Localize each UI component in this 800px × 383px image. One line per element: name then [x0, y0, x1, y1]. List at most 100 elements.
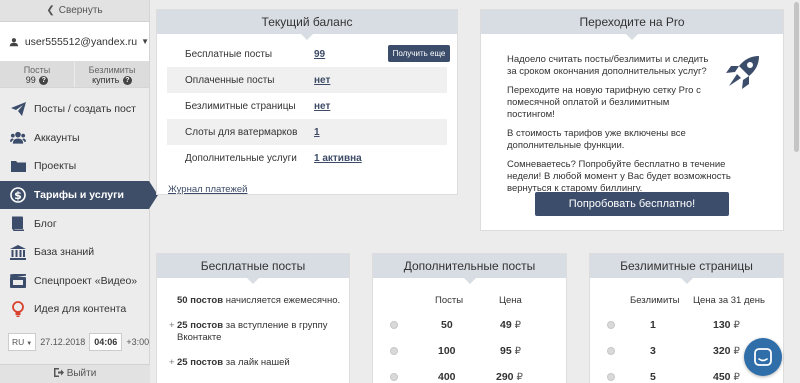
get-more-button[interactable]: Получить еще — [388, 45, 450, 62]
balance-row-watermarks: Слоты для ватермарков 1 — [167, 119, 447, 145]
building-icon — [10, 244, 26, 260]
free-posts-item: + 25 постов за вступление в группу Вконт… — [169, 319, 349, 345]
language-select[interactable]: RU ▼ — [8, 333, 37, 351]
free-posts-desc: начисляется ежемесячно. — [225, 295, 341, 306]
column-header: Цена за 31 день — [693, 295, 765, 306]
scrollbar-thumb[interactable] — [794, 2, 799, 152]
stat-unlimited-value: купить — [92, 75, 120, 85]
stat-posts[interactable]: Посты 99 ? — [0, 62, 74, 87]
posts-count: 50 — [441, 319, 453, 331]
sidebar-item-ideas[interactable]: Идея для контента — [0, 295, 149, 324]
sidebar-item-knowledge[interactable]: База знаний — [0, 238, 149, 267]
balance-row-paid: Оплаченные посты нет — [167, 67, 447, 93]
sidebar-item-posts[interactable]: Посты / создать пост — [0, 95, 149, 124]
sidebar-item-accounts[interactable]: Аккаунты — [0, 124, 149, 153]
balance-value-link[interactable]: 1 активна — [314, 153, 362, 164]
sidebar-item-projects[interactable]: Проекты — [0, 152, 149, 181]
chevron-down-icon: ▼ — [141, 37, 149, 46]
locale-time-row: RU ▼ 27.12.2018 04:06 +3:00 — [0, 330, 150, 354]
sidebar-item-label: Тарифы и услуги — [34, 189, 124, 202]
table-row[interactable]: 1 130 ₽ — [590, 312, 783, 338]
price: 130 ₽ — [713, 319, 740, 331]
price-value: 130 — [713, 319, 731, 331]
balance-row-unlimited: Безлимитные страницы нет — [167, 93, 447, 119]
sidebar-menu: Посты / создать пост Аккаунты Проекты $ … — [0, 95, 158, 324]
column-header: Безлимиты — [630, 295, 680, 306]
free-posts-amount: 25 постов — [177, 319, 224, 331]
sidebar-item-video[interactable]: Спецпроект «Видео» — [0, 267, 149, 296]
radio-button[interactable] — [390, 321, 398, 329]
sidebar-item-tariffs[interactable]: $ Тарифы и услуги — [0, 180, 158, 210]
try-free-button[interactable]: Попробовать бесплатно! — [535, 192, 729, 216]
balance-value-link[interactable]: 1 — [314, 127, 320, 138]
current-time[interactable]: 04:06 — [89, 333, 123, 351]
price: 95 ₽ — [500, 345, 521, 357]
pro-text: В стоимость тарифов уже включены все доп… — [507, 128, 686, 151]
stat-unlimited[interactable]: Безлимиты купить ? — [74, 62, 149, 87]
sidebar-item-label: Блог — [34, 217, 57, 230]
sidebar-item-blog[interactable]: Блог — [0, 209, 149, 238]
radio-button[interactable] — [390, 373, 398, 381]
currency: ₽ — [514, 320, 521, 331]
current-date: 27.12.2018 — [40, 337, 86, 347]
balance-value-link[interactable]: нет — [314, 101, 330, 112]
help-icon[interactable]: ? — [122, 76, 132, 86]
price-value: 290 — [496, 371, 514, 383]
unlimited-count: 1 — [650, 319, 656, 331]
price: 320 ₽ — [713, 345, 740, 357]
unlimited-count: 5 — [650, 371, 656, 383]
sidebar-item-label: Проекты — [34, 160, 77, 173]
price: 290 ₽ — [496, 371, 523, 383]
book-icon — [10, 216, 26, 232]
pro-title: Переходите на Pro — [481, 10, 783, 40]
help-icon[interactable]: ? — [39, 76, 49, 86]
radio-button[interactable] — [390, 347, 398, 355]
radio-button[interactable] — [607, 347, 615, 355]
user-menu[interactable]: user555512@yandex.ru ▼ — [0, 22, 149, 62]
currency: ₽ — [516, 372, 523, 383]
free-posts-item: 50 постов начисляется ежемесячно. — [177, 295, 349, 308]
posts-count: 100 — [438, 345, 456, 357]
lightbulb-icon — [10, 301, 26, 318]
account-stats: Посты 99 ? Безлимиты купить ? — [0, 62, 149, 88]
balance-value-link[interactable]: 99 — [314, 49, 325, 60]
balance-key: Оплаченные посты — [185, 74, 275, 86]
unlimited-count: 3 — [650, 345, 656, 357]
chevron-left-icon: ❮ — [46, 5, 55, 16]
sidebar-item-label: Аккаунты — [34, 131, 80, 144]
sidebar: ❮ Свернуть user555512@yandex.ru ▼ Посты 9… — [0, 0, 158, 383]
table-row[interactable]: 400 290 ₽ — [373, 364, 566, 383]
film-icon — [10, 273, 26, 289]
table-row[interactable]: 50 49 ₽ — [373, 312, 566, 338]
timezone: +3:00 — [126, 337, 150, 347]
chat-icon — [754, 348, 772, 366]
collapse-button[interactable]: ❮ Свернуть — [0, 0, 149, 22]
stat-posts-label: Посты — [23, 65, 51, 75]
payment-journal-link[interactable]: Журнал платежей — [168, 184, 247, 195]
price-value: 95 — [500, 345, 512, 357]
currency: ₽ — [514, 346, 521, 357]
balance-value-link[interactable]: нет — [314, 75, 330, 86]
balance-key: Безлимитные страницы — [185, 100, 296, 112]
logout-label: Выйти — [66, 368, 97, 379]
radio-button[interactable] — [607, 373, 615, 381]
radio-button[interactable] — [607, 321, 615, 329]
price-value: 450 — [713, 371, 731, 383]
balance-card: Текущий баланс Бесплатные посты 99 Получ… — [156, 9, 458, 195]
chat-button[interactable] — [744, 338, 782, 376]
logout-button[interactable]: Выйти — [0, 364, 150, 383]
free-posts-desc: за лайк нашей — [225, 356, 290, 368]
price: 49 ₽ — [500, 319, 521, 331]
stat-unlimited-label: Безлимиты — [88, 65, 136, 75]
extra-posts-card: Дополнительные посты Посты Цена 50 49 ₽ … — [372, 253, 567, 383]
plus-sign: + — [169, 356, 175, 368]
balance-row-free: Бесплатные посты 99 Получить еще — [167, 41, 450, 67]
table-row[interactable]: 100 95 ₽ — [373, 338, 566, 364]
plus-sign: + — [169, 319, 175, 331]
free-posts-title: Бесплатные посты — [157, 254, 349, 284]
user-icon — [9, 37, 19, 46]
sidebar-item-label: Идея для контента — [34, 303, 127, 316]
free-posts-card: Бесплатные посты 50 постов начисляется е… — [156, 253, 350, 383]
currency: ₽ — [733, 346, 740, 357]
column-header: Цена — [499, 295, 522, 306]
